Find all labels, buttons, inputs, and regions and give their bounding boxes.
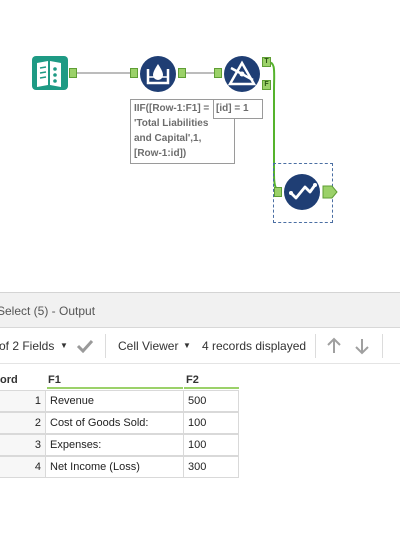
table-cell[interactable]: 100 [183,412,239,434]
cell-viewer-button[interactable]: Cell Viewer [118,339,178,353]
row-number[interactable]: 3 [0,434,46,456]
table-cell[interactable]: Net Income (Loss) [45,456,184,478]
input-data-tool[interactable] [31,55,69,91]
table-cell[interactable]: Revenue [45,390,184,412]
toolbar-divider [382,334,383,358]
table-cell[interactable]: 100 [183,434,239,456]
multirow-output-anchor[interactable] [178,68,186,78]
annotation-line: [Row-1:id]) [134,148,187,159]
column-header-record[interactable]: ord [0,371,46,389]
arrow-up-icon[interactable] [325,337,343,355]
fields-selector-label[interactable]: of 2 Fields [0,339,54,353]
results-title-bar: Select (5) - Output [0,292,400,328]
results-title: Select (5) - Output [0,304,96,318]
table-cell[interactable]: Expenses: [45,434,184,456]
results-panel: Select (5) - Output of 2 Fields ▼ Cell V… [0,292,400,535]
table-cell[interactable]: Cost of Goods Sold: [45,412,184,434]
toolbar-divider [105,334,106,358]
chevron-down-icon[interactable]: ▼ [183,341,191,350]
select-output-anchor[interactable] [322,185,338,199]
workflow-canvas[interactable]: T F IIF([Row-1:F1] = 'Total Liabilities … [0,0,400,292]
row-number[interactable]: 2 [0,412,46,434]
filter-input-anchor[interactable] [214,68,222,78]
multirow-input-anchor[interactable] [130,68,138,78]
filter-annotation[interactable]: [id] = 1 [213,99,263,119]
select-tool[interactable] [283,173,321,211]
arrow-down-icon[interactable] [353,337,371,355]
row-number[interactable]: 1 [0,390,46,412]
toolbar-divider [315,334,316,358]
multi-row-formula-tool[interactable] [139,55,177,93]
filter-icon [224,56,260,92]
results-toolbar: of 2 Fields ▼ Cell Viewer ▼ 4 records di… [0,328,400,364]
column-type-bar [47,387,183,389]
checkmark-icon [284,174,320,210]
multi-row-icon [140,56,176,92]
filter-false-label: F [264,81,269,88]
table-cell[interactable]: 300 [183,456,239,478]
filter-true-label: T [264,58,269,65]
checkmark-icon[interactable] [76,339,94,353]
book-icon [32,56,68,90]
annotation-line: and Capital',1, [134,133,202,144]
chevron-down-icon[interactable]: ▼ [60,341,68,350]
column-type-bar [184,387,239,389]
filter-tool[interactable] [223,55,261,93]
input-output-anchor[interactable] [69,68,77,78]
select-input-anchor[interactable] [274,187,282,197]
records-count: 4 records displayed [202,339,307,353]
table-cell[interactable]: 500 [183,390,239,412]
row-number[interactable]: 4 [0,456,46,478]
